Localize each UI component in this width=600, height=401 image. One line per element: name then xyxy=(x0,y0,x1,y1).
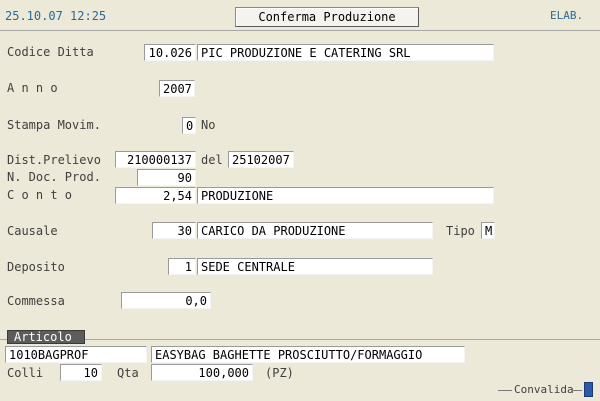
anno-field[interactable]: 2007 xyxy=(159,80,195,97)
articolo-tab[interactable]: Articolo xyxy=(7,330,85,344)
stampa-movim-desc: No xyxy=(201,118,216,132)
deposito-desc-field: SEDE CENTRALE xyxy=(197,258,433,275)
deposito-field[interactable]: 1 xyxy=(168,258,196,275)
causale-field[interactable]: 30 xyxy=(152,222,196,239)
qta-label: Qta xyxy=(117,366,139,380)
convalida-line-right xyxy=(572,390,582,391)
dist-prelievo-field[interactable]: 210000137 xyxy=(115,151,196,168)
n-doc-prod-field[interactable]: 90 xyxy=(137,169,196,186)
stampa-movim-label: Stampa Movim. xyxy=(7,118,101,132)
dist-prelievo-label: Dist.Prelievo xyxy=(7,153,101,167)
unit-label: (PZ) xyxy=(265,366,294,380)
conferma-produzione-button[interactable]: Conferma Produzione xyxy=(235,7,419,27)
header-divider xyxy=(0,30,600,31)
n-doc-prod-label: N. Doc. Prod. xyxy=(7,170,101,184)
conto-desc-field: PRODUZIONE xyxy=(197,187,494,204)
codice-ditta-label: Codice Ditta xyxy=(7,45,94,59)
convalida-label: Convalida xyxy=(514,383,574,396)
commessa-field[interactable]: 0,0 xyxy=(121,292,211,309)
convalida-button[interactable] xyxy=(584,382,593,397)
articolo-code-field[interactable]: 1010BAGPROF xyxy=(5,346,147,363)
colli-field[interactable]: 10 xyxy=(60,364,102,381)
convalida-line-left xyxy=(498,390,512,391)
causale-label: Causale xyxy=(7,224,58,238)
codice-ditta-field[interactable]: 10.026 xyxy=(144,44,196,61)
qta-field[interactable]: 100,000 xyxy=(151,364,253,381)
articolo-divider xyxy=(0,339,600,340)
articolo-desc-field: EASYBAG BAGHETTE PROSCIUTTO/FORMAGGIO xyxy=(151,346,465,363)
commessa-label: Commessa xyxy=(7,294,65,308)
deposito-label: Deposito xyxy=(7,260,65,274)
del-label: del xyxy=(201,153,223,167)
status-indicator: ELAB. xyxy=(550,9,584,22)
datetime-display: 25.10.07 12:25 xyxy=(5,9,107,23)
conto-label: C o n t o xyxy=(7,188,73,202)
tipo-field[interactable]: M xyxy=(481,222,495,239)
stampa-movim-field[interactable]: 0 xyxy=(182,117,196,134)
causale-desc-field: CARICO DA PRODUZIONE xyxy=(197,222,433,239)
ditta-name-field: PIC PRODUZIONE E CATERING SRL xyxy=(197,44,494,61)
anno-label: A n n o xyxy=(7,81,58,95)
colli-label: Colli xyxy=(7,366,44,380)
dist-prelievo-date-field[interactable]: 25102007 xyxy=(228,151,294,168)
conto-field[interactable]: 2,54 xyxy=(115,187,196,204)
tipo-label: Tipo xyxy=(446,224,475,238)
